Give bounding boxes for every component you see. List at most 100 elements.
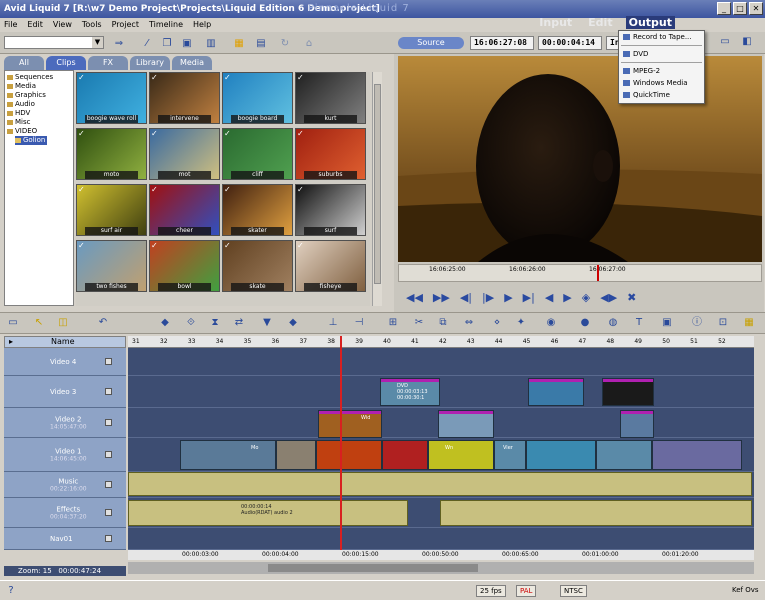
track-enable-checkbox[interactable] xyxy=(105,387,112,395)
tree-item-graphics[interactable]: Graphics xyxy=(7,91,71,100)
timeline-clip[interactable]: Vier xyxy=(494,440,526,470)
clip-thumbnail[interactable]: ✓ intervene xyxy=(149,72,220,124)
timeline-clip[interactable] xyxy=(620,410,654,438)
menu-view[interactable]: View xyxy=(53,18,72,32)
track-header[interactable]: Video 3 xyxy=(4,376,126,408)
source-button[interactable]: Source xyxy=(398,37,464,49)
timeline-clip[interactable] xyxy=(528,378,584,406)
track-enable-checkbox[interactable] xyxy=(105,480,112,488)
play-to-end-icon[interactable]: ▶| xyxy=(523,291,535,304)
track-enable-checkbox[interactable] xyxy=(105,357,112,365)
track-enable-checkbox[interactable] xyxy=(105,508,112,516)
paste-icon[interactable]: ▣ xyxy=(180,37,194,51)
track-header[interactable]: Video 1 14:06:45:00 xyxy=(4,438,126,472)
slip-icon[interactable]: ⇔ xyxy=(462,316,476,330)
tab-clips[interactable]: Clips xyxy=(46,56,86,70)
minimize-button[interactable]: _ xyxy=(717,2,731,15)
link-icon[interactable]: ⊥ xyxy=(326,316,340,330)
clip-thumbnail[interactable]: ✓ skater xyxy=(222,184,293,236)
clip-grid-scrollbar[interactable] xyxy=(372,72,382,306)
output-quicktime[interactable]: QuickTime xyxy=(619,89,704,101)
list-view-icon[interactable]: ▤ xyxy=(254,37,268,51)
clip-thumbnail[interactable]: ✓ boogie wave roll xyxy=(76,72,147,124)
trim-tool-icon[interactable]: ◫ xyxy=(56,316,70,330)
tab-library[interactable]: Library xyxy=(130,56,170,70)
blade-icon[interactable]: ⇄ xyxy=(232,316,246,330)
rewind-icon[interactable]: ◀◀ xyxy=(406,291,423,304)
menu-tools[interactable]: Tools xyxy=(82,18,102,32)
timeline-clip[interactable]: DVD 00:00:03:13 00:00:30:1 xyxy=(380,378,440,406)
overwrite-icon[interactable]: ✖ xyxy=(627,291,636,304)
mode-output[interactable]: Output xyxy=(625,16,675,29)
wand-icon[interactable]: ⁄ xyxy=(140,37,154,51)
mark-out-icon[interactable]: ▶ xyxy=(563,291,571,304)
menu-project[interactable]: Project xyxy=(112,18,139,32)
tree-item-audio[interactable]: Audio xyxy=(7,100,71,109)
mark-in-icon[interactable]: ◀ xyxy=(545,291,553,304)
track-header[interactable]: Video 2 14:05:47:00 xyxy=(4,408,126,438)
timeline-playhead[interactable] xyxy=(340,336,342,558)
tab-all[interactable]: All xyxy=(4,56,44,70)
timeline-clip[interactable]: Wn xyxy=(428,440,494,470)
clip-thumbnail[interactable]: ✓ cheer xyxy=(149,184,220,236)
unlink-icon[interactable]: ⊣ xyxy=(352,316,366,330)
voiceover-icon[interactable]: ◍ xyxy=(606,316,620,330)
output-mpeg2[interactable]: MPEG-2 xyxy=(619,65,704,77)
timecode-duration[interactable]: 00:00:04:14 xyxy=(538,36,602,50)
track-lane[interactable] xyxy=(128,348,754,376)
clip-thumbnail[interactable]: ✓ bowl xyxy=(149,240,220,292)
ripple-icon[interactable]: ⧉ xyxy=(436,316,450,330)
mode-edit[interactable]: Edit xyxy=(585,16,615,29)
viewer-scrub-ruler[interactable]: 16:06:25:00 16:06:26:00 16:06:27:00 xyxy=(398,264,762,282)
new-sequence-icon[interactable]: ▭ xyxy=(6,316,20,330)
extract-icon[interactable]: ⟐ xyxy=(184,316,198,330)
timeline-hscroll[interactable] xyxy=(128,562,754,574)
tab-media[interactable]: Media xyxy=(172,56,212,70)
trash-icon[interactable]: ▥ xyxy=(204,37,218,51)
clip-thumbnail[interactable]: ✓ mot xyxy=(149,128,220,180)
track-enable-checkbox[interactable] xyxy=(105,418,112,426)
track-header[interactable]: Video 4 xyxy=(4,348,126,376)
info-icon[interactable]: ⓘ xyxy=(690,316,704,330)
clip-thumbnail[interactable]: ✓ moto xyxy=(76,128,147,180)
undo-icon[interactable]: ↶ xyxy=(96,316,110,330)
tab-fx[interactable]: FX xyxy=(88,56,128,70)
monitor-icon[interactable]: ▭ xyxy=(718,35,732,49)
timeline-clip[interactable] xyxy=(438,410,494,438)
tree-item-sequences[interactable]: Sequences xyxy=(7,73,71,82)
track-lane[interactable] xyxy=(128,376,754,408)
clip-thumbnail[interactable]: ✓ suburbs xyxy=(295,128,366,180)
settings-icon[interactable]: ◧ xyxy=(740,35,754,49)
timeline-ruler[interactable]: 31 32 33 34 35 36 37 38 39 40 41 42 43 44 45 46 47 48 49 50… xyxy=(128,336,754,348)
track-header[interactable]: Music 00:22:16:00 xyxy=(4,472,126,498)
zoom-fit-icon[interactable]: ⊡ xyxy=(716,316,730,330)
step-back-icon[interactable]: ◀| xyxy=(460,291,472,304)
track-header[interactable]: Nav01 xyxy=(4,528,126,550)
copy-icon[interactable]: ❐ xyxy=(160,37,174,51)
track-expand-icon[interactable]: ▸ xyxy=(9,337,13,346)
help-icon[interactable]: ? xyxy=(4,584,18,598)
timeline-clip[interactable] xyxy=(652,440,742,470)
splice-icon[interactable]: ◀▶ xyxy=(600,291,617,304)
clip-thumbnail[interactable]: ✓ skate xyxy=(222,240,293,292)
timeline-bottom-ruler[interactable]: 00:00:03:00 00:00:04:00 00:00:15:00 00:00:5… xyxy=(128,550,754,560)
timecode-in[interactable]: 16:06:27:08 xyxy=(470,36,534,50)
fast-forward-icon[interactable]: ▶▶ xyxy=(433,291,450,304)
tree-item-golion[interactable]: Golion xyxy=(15,136,47,145)
viewer-playhead[interactable] xyxy=(597,265,599,281)
step-forward-icon[interactable]: |▶ xyxy=(482,291,494,304)
mode-input[interactable]: Input xyxy=(536,16,575,29)
scroll-thumb[interactable] xyxy=(374,84,381,284)
audio-mixer-icon[interactable]: ⊞ xyxy=(386,316,400,330)
refresh-icon[interactable]: ↻ xyxy=(278,37,292,51)
marker-icon[interactable]: ▼ xyxy=(260,316,274,330)
match-frame-icon[interactable]: ◈ xyxy=(582,291,590,304)
render-icon[interactable]: ◉ xyxy=(544,316,558,330)
timeline-clip[interactable] xyxy=(596,440,652,470)
grid-view-icon[interactable]: ▦ xyxy=(232,37,246,51)
record-icon[interactable]: ● xyxy=(578,316,592,330)
tree-item-misc[interactable]: Misc xyxy=(7,118,71,127)
clip-thumbnail[interactable]: ✓ boogie board xyxy=(222,72,293,124)
tree-item-video[interactable]: VIDEO xyxy=(7,127,71,136)
tree-item-media[interactable]: Media xyxy=(7,82,71,91)
